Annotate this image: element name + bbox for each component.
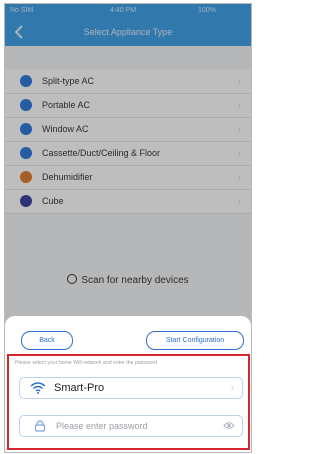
phone-screen: No SIM 4:40 PM 100% Select Appliance Typ… bbox=[4, 3, 252, 453]
chevron-right-icon: › bbox=[231, 382, 234, 392]
wifi-config-sheet: Back Start Configuration Please select y… bbox=[5, 316, 251, 452]
wifi-network-name: Smart-Pro bbox=[54, 382, 105, 394]
wifi-network-selector[interactable]: Smart-Pro › bbox=[19, 377, 243, 399]
wifi-icon bbox=[30, 382, 46, 394]
back-button[interactable]: Back bbox=[21, 331, 73, 350]
password-field[interactable]: Please enter password bbox=[19, 415, 243, 437]
wifi-hint-text: Please select your home Wifi network and… bbox=[15, 360, 158, 366]
start-configuration-button[interactable]: Start Configuration bbox=[146, 331, 244, 350]
eye-toggle-icon[interactable] bbox=[223, 421, 235, 430]
lock-icon bbox=[34, 420, 46, 432]
password-placeholder: Please enter password bbox=[56, 421, 148, 431]
